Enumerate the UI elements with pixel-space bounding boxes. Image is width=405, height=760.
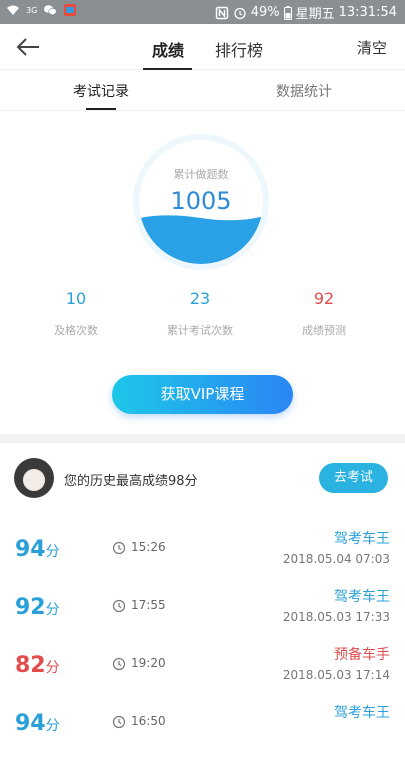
network-type: 3G (26, 5, 38, 15)
top-nav-bar: 成绩 排行榜 清空 (0, 24, 405, 70)
stat-prediction-label: 成绩预测 (302, 324, 346, 337)
stat-passed-label: 及格次数 (54, 324, 98, 337)
status-left-icons: 3G (6, 3, 77, 17)
record-date: 2018.05.04 07:03 (282, 552, 390, 566)
tab-scores[interactable]: 成绩 (152, 37, 184, 61)
tab-leaderboard[interactable]: 排行榜 (215, 37, 263, 61)
stat-exam-count-value: 23 (189, 289, 211, 308)
record-row[interactable]: 94分 16:50 驾考车王 (0, 702, 405, 760)
record-duration: 15:26 (131, 540, 166, 554)
record-score: 94分 (15, 537, 60, 562)
subtab-statistics[interactable]: 数据统计 (276, 81, 332, 101)
sub-tabs: 考试记录 数据统计 (0, 71, 405, 111)
subtab-indicator (86, 108, 116, 110)
clock-time: 13:31:54 (338, 5, 397, 20)
record-duration: 17:55 (131, 598, 166, 612)
record-row[interactable]: 92分 17:55 驾考车王 2018.05.03 17:33 (0, 586, 405, 644)
section-divider (0, 434, 405, 443)
clock-icon (112, 657, 126, 671)
status-bar: 3G 49% 星期五 13:31:54 (0, 0, 405, 24)
battery-icon (283, 5, 292, 20)
clock-icon (112, 715, 126, 729)
stat-prediction-value: 92 (313, 289, 335, 308)
record-score: 82分 (15, 653, 60, 678)
record-date: 2018.05.03 17:14 (282, 668, 390, 682)
status-right: 49% 星期五 13:31:54 (215, 3, 397, 22)
stat-exam-count: 23 累计考试次数 (140, 289, 260, 338)
back-arrow-icon[interactable] (14, 34, 44, 60)
clock-icon (112, 599, 126, 613)
gauge-value: 1005 (170, 187, 232, 215)
record-duration: 19:20 (131, 656, 166, 670)
nfc-icon (215, 6, 228, 19)
record-score: 92分 (15, 595, 60, 620)
avatar (14, 458, 54, 498)
alarm-icon (234, 7, 246, 19)
record-level: 驾考车王 (334, 531, 390, 547)
active-tab-indicator (143, 68, 192, 70)
stat-exam-count-label: 累计考试次数 (167, 324, 233, 337)
weekday: 星期五 (295, 7, 335, 22)
wifi-icon (7, 5, 19, 15)
gauge-label: 累计做题数 (173, 168, 229, 181)
stat-passed-value: 10 (65, 289, 87, 308)
clock-icon (112, 541, 126, 555)
record-level: 预备车手 (334, 647, 390, 663)
record-level: 驾考车王 (334, 589, 390, 605)
record-duration: 16:50 (131, 714, 166, 728)
best-score-text: 您的历史最高成绩98分 (64, 474, 198, 489)
record-date: 2018.05.03 17:33 (282, 610, 390, 624)
battery-percent: 49% (250, 5, 280, 20)
record-score: 94分 (15, 711, 60, 736)
subtab-exam-records[interactable]: 考试记录 (73, 81, 129, 101)
stat-passed: 10 及格次数 (16, 289, 136, 338)
get-vip-course-button[interactable]: 获取VIP课程 (112, 375, 293, 414)
go-exam-button[interactable]: 去考试 (319, 463, 388, 493)
record-level: 驾考车王 (334, 705, 390, 721)
wechat-icon (44, 5, 57, 16)
clear-button[interactable]: 清空 (357, 37, 387, 58)
stat-prediction: 92 成绩预测 (264, 289, 384, 338)
record-row[interactable]: 94分 15:26 驾考车王 2018.05.04 07:03 (0, 528, 405, 586)
record-row[interactable]: 82分 19:20 预备车手 2018.05.03 17:14 (0, 644, 405, 702)
app-notification-icon (64, 4, 77, 16)
